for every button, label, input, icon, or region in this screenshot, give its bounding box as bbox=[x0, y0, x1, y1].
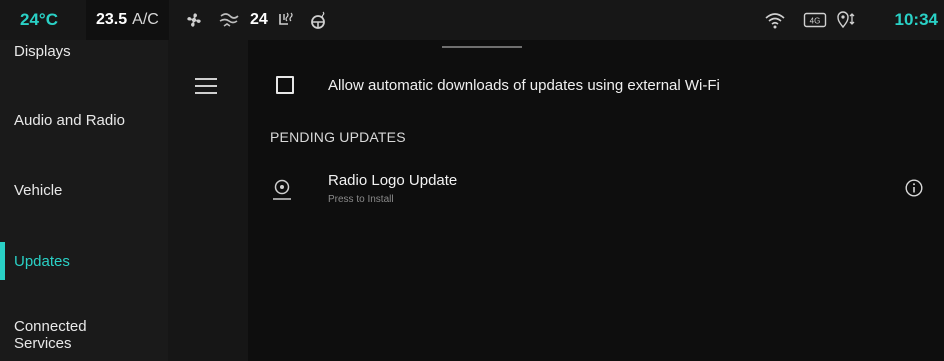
sidebar-item-label: Audio and Radio bbox=[14, 111, 125, 129]
sidebar-item-label: Vehicle bbox=[14, 181, 63, 199]
sidebar-item-connected-services[interactable]: Connected Services bbox=[0, 314, 168, 356]
sidebar-item-vehicle[interactable]: Vehicle bbox=[0, 172, 168, 208]
sidebar-item-label: Displays bbox=[14, 42, 71, 60]
outside-temperature: 24°C bbox=[20, 10, 58, 29]
ac-temperature: 23.5 bbox=[96, 11, 128, 28]
update-item-title[interactable]: Radio Logo Update bbox=[328, 172, 457, 189]
update-item-subtitle: Press to Install bbox=[328, 194, 394, 205]
climate-control[interactable]: 23.5 A/C bbox=[86, 0, 169, 40]
clock: 10:34 bbox=[894, 10, 938, 29]
sidebar-item-label: Connected Services bbox=[14, 318, 87, 352]
sidebar-item-audio-and-radio[interactable]: Audio and Radio bbox=[0, 102, 168, 138]
location-icon bbox=[836, 0, 860, 40]
sidebar-item-updates[interactable]: Updates bbox=[0, 242, 168, 280]
status-bar: 24°C 23.5 A/C 24 4G 10:34 bbox=[0, 0, 944, 40]
wifi-icon bbox=[764, 0, 786, 40]
fan-icon[interactable] bbox=[184, 0, 204, 40]
auto-download-checkbox[interactable] bbox=[276, 76, 294, 94]
info-icon[interactable] bbox=[905, 179, 923, 197]
hamburger-menu-icon[interactable] bbox=[195, 78, 217, 96]
sidebar-item-label: Updates bbox=[14, 252, 70, 270]
seat-heat-icon[interactable] bbox=[275, 0, 297, 40]
install-icon[interactable] bbox=[270, 176, 294, 204]
lte-icon: 4G bbox=[803, 0, 827, 40]
ac-label: A/C bbox=[132, 11, 159, 28]
fan-level: 24 bbox=[250, 11, 268, 28]
airflow-icon[interactable] bbox=[218, 0, 240, 40]
sidebar-item-displays[interactable]: Displays bbox=[0, 40, 168, 68]
steering-heat-icon[interactable] bbox=[308, 0, 330, 40]
auto-download-label[interactable]: Allow automatic downloads of updates usi… bbox=[328, 77, 720, 94]
pending-updates-heading: PENDING UPDATES bbox=[270, 129, 406, 145]
lte-label: 4G bbox=[810, 17, 821, 26]
